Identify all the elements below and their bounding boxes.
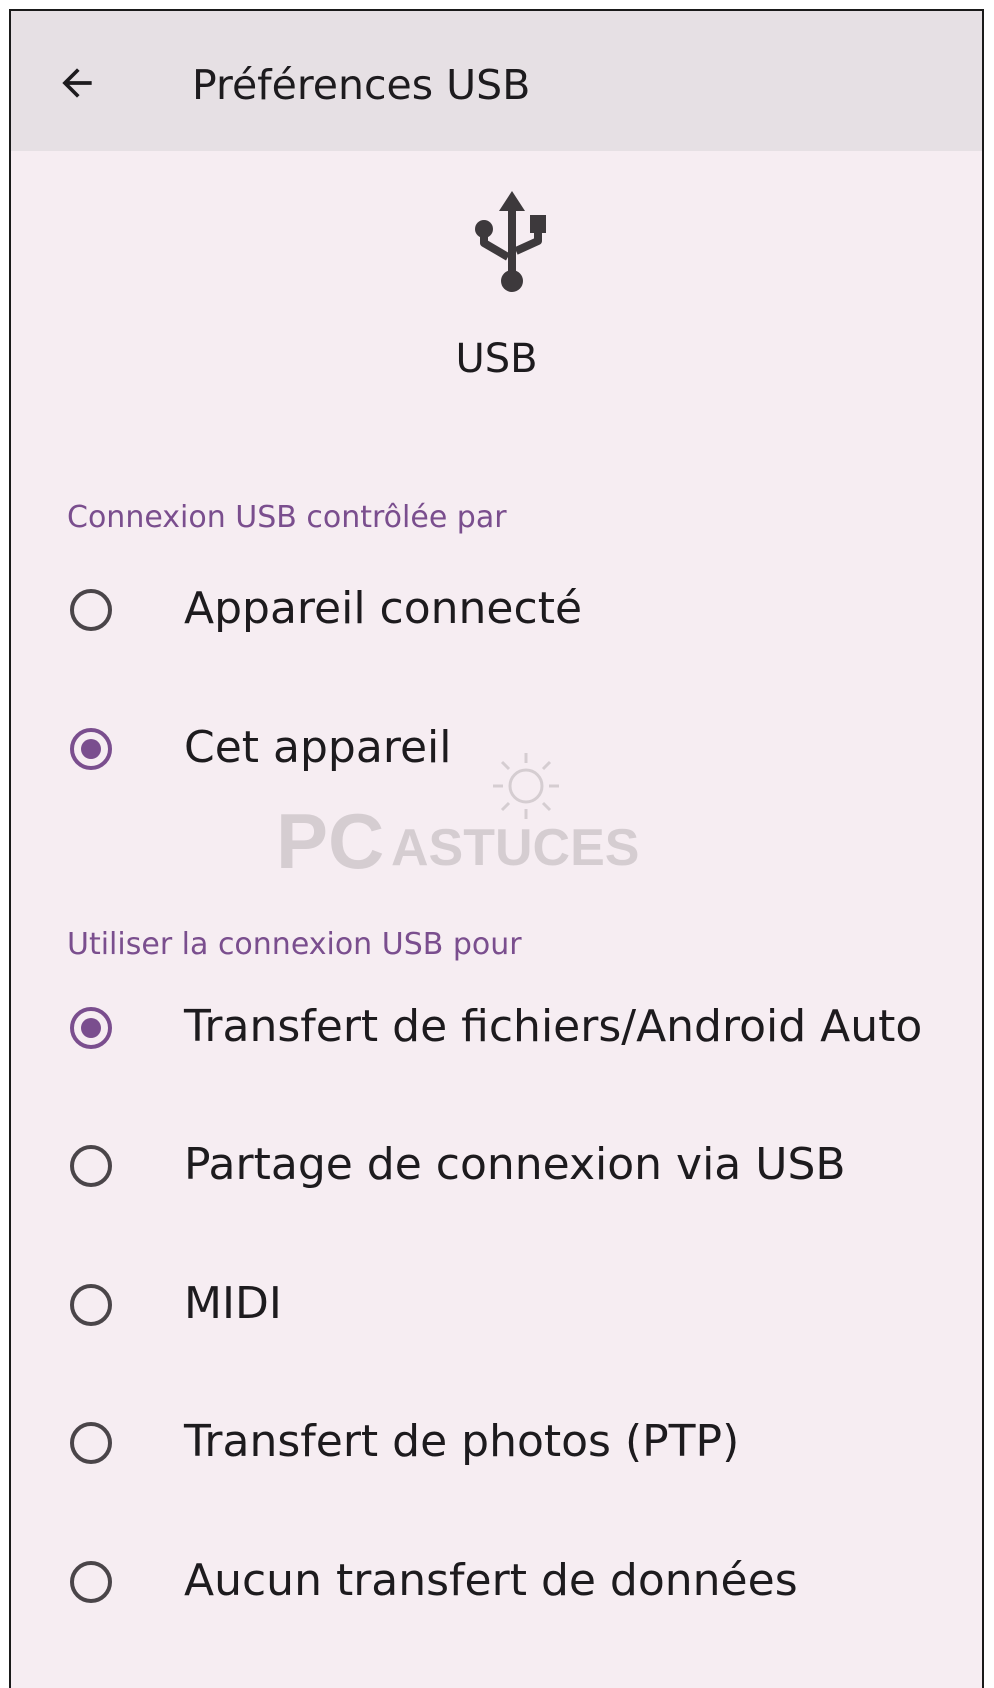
radio-button[interactable] bbox=[70, 1284, 112, 1326]
radio-option-connected-device[interactable]: Appareil connecté bbox=[11, 553, 982, 673]
radio-label: Partage de connexion via USB bbox=[184, 1139, 846, 1190]
radio-button[interactable] bbox=[70, 1145, 112, 1187]
radio-label: Aucun transfert de données bbox=[184, 1555, 798, 1606]
radio-button[interactable] bbox=[70, 1561, 112, 1603]
radio-button-selected[interactable] bbox=[70, 1007, 112, 1049]
radio-option-ptp[interactable]: Transfert de photos (PTP) bbox=[11, 1386, 982, 1506]
radio-button[interactable] bbox=[70, 589, 112, 631]
radio-label: Transfert de fichiers/Android Auto bbox=[184, 1001, 923, 1052]
section-title-control: Connexion USB contrôlée par bbox=[67, 500, 507, 535]
radio-button[interactable] bbox=[70, 1422, 112, 1464]
screen: Préférences USB USB Connexion USB contrô… bbox=[9, 9, 984, 1688]
radio-label: MIDI bbox=[184, 1278, 282, 1329]
radio-option-this-device[interactable]: Cet appareil bbox=[11, 692, 982, 812]
usb-icon bbox=[475, 191, 546, 292]
usb-label: USB bbox=[455, 336, 538, 382]
radio-label: Cet appareil bbox=[184, 722, 452, 773]
app-bar: Préférences USB bbox=[11, 11, 982, 151]
arrow-back-icon bbox=[62, 68, 92, 98]
radio-button-selected[interactable] bbox=[70, 728, 112, 770]
radio-option-file-transfer[interactable]: Transfert de fichiers/Android Auto bbox=[11, 971, 982, 1091]
watermark-astuces: ASTUCES bbox=[391, 819, 640, 877]
back-button[interactable] bbox=[47, 53, 107, 113]
page-title: Préférences USB bbox=[192, 61, 531, 109]
radio-option-usb-tethering[interactable]: Partage de connexion via USB bbox=[11, 1109, 982, 1229]
radio-label: Appareil connecté bbox=[184, 583, 583, 634]
radio-label: Transfert de photos (PTP) bbox=[184, 1416, 740, 1467]
radio-option-midi[interactable]: MIDI bbox=[11, 1248, 982, 1368]
section-title-use: Utiliser la connexion USB pour bbox=[67, 927, 522, 962]
radio-option-no-data[interactable]: Aucun transfert de données bbox=[11, 1525, 982, 1645]
